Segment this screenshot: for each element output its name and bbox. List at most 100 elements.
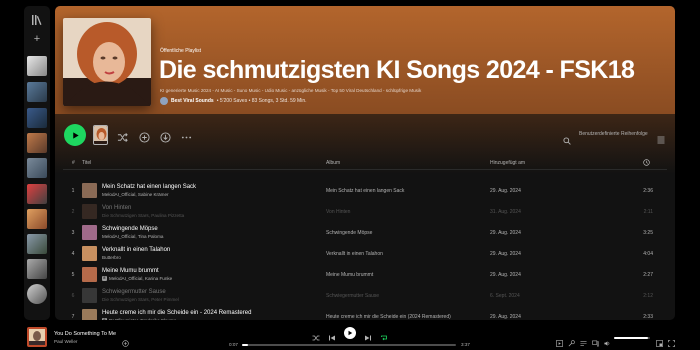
column-added[interactable]: Hinzugefügt am [490, 160, 525, 166]
track-duration: 2:11 [643, 209, 653, 215]
track-album[interactable]: Schwiegermutter Sause [326, 293, 379, 299]
queue-icon[interactable] [580, 334, 587, 346]
list-view-icon[interactable] [657, 131, 665, 144]
create-playlist-icon[interactable]: + [32, 34, 42, 45]
page-title: Die schmutzigsten KI Songs 2024 - FSK18 [159, 56, 635, 84]
table-row[interactable]: 1 Mein Schatz hat einen langen Sack MelodA… [63, 180, 667, 201]
table-row[interactable]: 4 Verknallt in einen Talahon Butterbro Verk… [63, 243, 667, 264]
track-date-added: 29. Aug. 2024 [490, 188, 521, 194]
sort-dropdown[interactable]: Benutzerdefinierte Reihenfolge [579, 131, 648, 137]
download-icon[interactable] [160, 130, 171, 143]
explicit-badge: E [102, 318, 107, 320]
track-artists: Die Schmutzigen Stars, Peter Pimmel [102, 297, 179, 302]
track-artist-links[interactable]: Die Schmutzigen Stars, Peter Pimmel [102, 297, 179, 302]
volume-fill [614, 337, 649, 339]
track-number: 6 [71, 293, 75, 299]
track-album[interactable]: Verknallt in einen Talahon [326, 251, 383, 257]
repeat-icon[interactable] [380, 329, 388, 341]
playlist-header: Öffentliche Playlist Die schmutzigsten K… [55, 6, 675, 114]
table-row[interactable]: 6 Schwiegermutter Sause Die Schmutzigen St… [63, 285, 667, 306]
table-row[interactable]: 2 Von Hinten Die Schmutzigen Stars, Paulin… [63, 201, 667, 222]
sidebar-playlist-item[interactable] [27, 108, 47, 128]
track-artist-links[interactable]: Dr Pflaumister, Frederike Flaume [109, 318, 176, 320]
track-title[interactable]: Verknallt in einen Talahon [102, 247, 170, 253]
track-number: 4 [71, 251, 75, 257]
sidebar-playlist-item[interactable] [27, 284, 47, 304]
table-row[interactable]: 7 Heute creme ich mir die Scheide ein - 2… [63, 306, 667, 320]
track-artist-links[interactable]: MelodAI_Official, Sabine Krämer [102, 192, 169, 197]
track-title[interactable]: Schwingende Möpse [102, 226, 158, 232]
playlist-preview-thumbnail[interactable] [93, 125, 108, 145]
shuffle-icon[interactable] [117, 130, 128, 142]
next-track-icon[interactable] [364, 329, 372, 341]
now-playing-cover[interactable] [27, 327, 47, 347]
track-album[interactable]: Meine Mumu brummt [326, 272, 373, 278]
more-options-icon[interactable] [181, 130, 192, 141]
track-album[interactable]: Schwingende Möpse [326, 230, 372, 236]
table-row[interactable]: 3 Schwingende Möpse MelodAI_Official, Tina… [63, 222, 667, 243]
sidebar-playlist-item[interactable] [27, 259, 47, 279]
now-playing-title[interactable]: You Do Something To Me [54, 331, 116, 337]
search-icon[interactable] [563, 132, 571, 145]
track-title[interactable]: Mein Schatz hat einen langen Sack [102, 184, 196, 190]
lyrics-icon[interactable] [568, 334, 575, 347]
play-button[interactable] [64, 124, 86, 146]
column-album[interactable]: Album [326, 160, 340, 166]
column-title[interactable]: Titel [82, 160, 91, 166]
track-date-added: 29. Aug. 2024 [490, 314, 521, 320]
track-number: 2 [71, 209, 75, 215]
track-album[interactable]: Heute creme ich mir die Scheide ein (202… [326, 314, 451, 320]
track-title[interactable]: Meine Mumu brummt [102, 268, 159, 274]
track-artists: Die Schmutzigen Stars, Paulina Pizzetta [102, 213, 184, 218]
track-title[interactable]: Von Hinten [102, 205, 131, 211]
time-total: 3:37 [461, 342, 470, 347]
library-icon[interactable] [31, 13, 43, 25]
now-playing-view-icon[interactable] [556, 334, 563, 347]
avatar[interactable] [160, 97, 168, 105]
previous-track-icon[interactable] [328, 329, 336, 341]
track-date-added: 29. Aug. 2024 [490, 272, 521, 278]
track-album[interactable]: Von Hinten [326, 209, 350, 215]
sidebar-playlist-item[interactable] [27, 82, 47, 102]
play-icon [72, 131, 79, 139]
shuffle-icon[interactable] [312, 329, 320, 341]
track-cover [82, 225, 97, 240]
clock-icon [643, 159, 650, 168]
playlist-owner-link[interactable]: Best Viral Sounds [171, 98, 214, 104]
explicit-badge: E [102, 276, 107, 281]
track-artist-links[interactable]: Butterbro [102, 255, 121, 260]
track-title[interactable]: Heute creme ich mir die Scheide ein - 20… [102, 310, 251, 316]
sidebar-playlist-item[interactable] [27, 184, 47, 204]
playlist-description: KI generierte Music 2024 - AI Music - Su… [160, 88, 422, 93]
track-title[interactable]: Schwiegermutter Sause [102, 289, 166, 295]
connect-device-icon[interactable] [592, 334, 599, 347]
play-pause-button[interactable] [344, 327, 356, 339]
playlist-type-label: Öffentliche Playlist [160, 48, 202, 54]
track-artist-links[interactable]: MelodAI_Official, Karina Funke [109, 276, 172, 281]
sidebar-playlist-item[interactable] [27, 234, 47, 254]
fullscreen-icon[interactable] [668, 334, 675, 347]
track-cover [82, 288, 97, 303]
track-artist-links[interactable]: Die Schmutzigen Stars, Paulina Pizzetta [102, 213, 184, 218]
progress-bar[interactable] [242, 344, 456, 346]
add-to-library-icon[interactable] [139, 130, 150, 143]
track-artists: Butterbro [102, 255, 121, 260]
playlist-cover-image [63, 18, 151, 106]
sidebar-playlist-item[interactable] [27, 56, 47, 76]
sidebar-playlist-item[interactable] [27, 158, 47, 178]
track-duration: 2:33 [643, 314, 653, 320]
track-number: 3 [71, 230, 75, 236]
sidebar-playlist-item[interactable] [27, 209, 47, 229]
track-artist-links[interactable]: MelodAI_Official, Tina Paloma [102, 234, 163, 239]
volume-icon[interactable] [604, 334, 611, 346]
sidebar-playlist-item[interactable] [27, 133, 47, 153]
add-to-liked-icon[interactable] [122, 334, 129, 347]
track-artists: MelodAI_Official, Tina Paloma [102, 234, 163, 239]
volume-slider[interactable] [614, 337, 650, 339]
table-row[interactable]: 5 Meine Mumu brummt E MelodAI_Official, Kar… [63, 264, 667, 285]
track-album[interactable]: Mein Schatz hat einen langen Sack [326, 188, 404, 194]
now-playing-artist[interactable]: Paul Weller [54, 339, 77, 344]
track-duration: 2:27 [643, 272, 653, 278]
miniplayer-icon[interactable] [656, 334, 663, 347]
playlist-meta: Best Viral Sounds • 5'200 Saves • 83 Son… [160, 97, 307, 105]
